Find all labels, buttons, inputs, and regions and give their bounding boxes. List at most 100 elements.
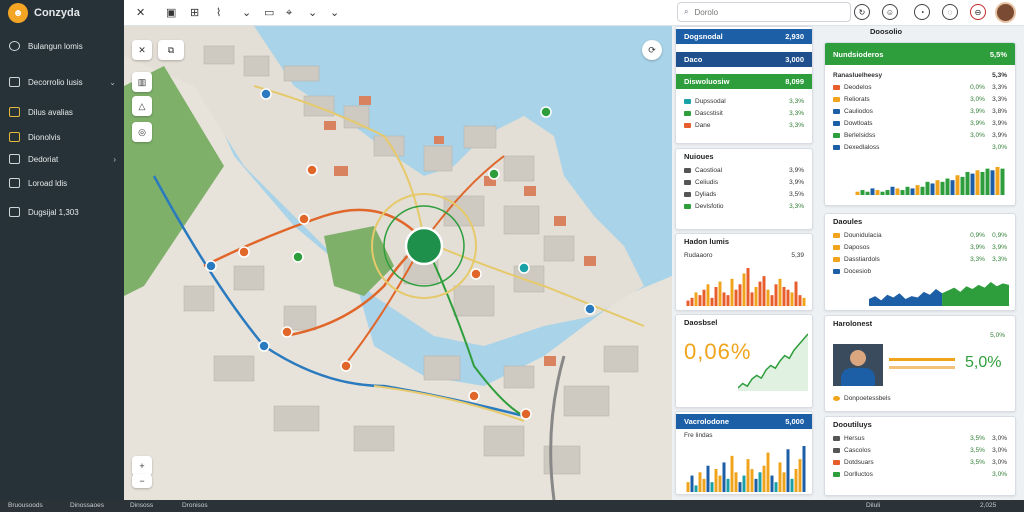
grid-icon[interactable]: ⊞ (190, 6, 199, 20)
globe-icon (9, 41, 20, 51)
sidebar-item-5[interactable]: Loroad ldis (0, 171, 124, 195)
chart-bar (965, 171, 970, 195)
footer-row[interactable]: Donpoetessbels (825, 392, 899, 404)
search-box[interactable]: ⌕ (677, 2, 851, 22)
notification-icon[interactable]: ◌ (942, 4, 958, 20)
pin-icon[interactable]: ⌖ (286, 6, 292, 20)
app-name: Conzyda (34, 7, 80, 19)
list-item[interactable]: Celiudis 3,9% (676, 176, 812, 188)
panel-title: Daosbsel (684, 318, 718, 327)
list-item[interactable]: Dasstiardols 3,3% 3,3% (825, 253, 1015, 265)
zoom-in-button[interactable]: + (132, 456, 152, 476)
camera-icon[interactable]: ◎ (132, 122, 152, 142)
panel-daoules: Daoules Dounidulacia 0,9% 0,9% Daposos 3,9… (824, 213, 1016, 311)
list-item[interactable]: Daposos 3,9% 3,9% (825, 241, 1015, 253)
sidebar-item-3[interactable]: Dionolvis (0, 125, 124, 149)
chart-bar (762, 276, 766, 306)
chevron-down-icon[interactable]: ⌄ (330, 6, 339, 20)
status-item[interactable]: 2,025 (980, 502, 996, 509)
panel-subheader: Daco 3,000 (676, 52, 812, 67)
list-item[interactable]: Dounidulacia 0,9% 0,9% (825, 229, 1015, 241)
close-icon[interactable]: ✕ (136, 6, 145, 20)
chart-bar (694, 292, 698, 306)
chart-bar (794, 281, 798, 306)
top-toolbar: ✕ ▣ ⊞ ⌇ ⌄ ▭ ⌖ ⌄ ⌄ ⌕ ↻ ☺ ◔ ◌ ⊖ (124, 0, 1024, 26)
list-item[interactable]: Cauliodos 3,9% 3,8% (825, 105, 1015, 117)
line-chart (738, 333, 808, 391)
chevron-down-icon[interactable]: ⌄ (242, 6, 251, 20)
chart-bar (945, 178, 950, 195)
chart-bar (754, 287, 758, 306)
chart-bar (786, 289, 790, 306)
chart-bar (895, 188, 900, 195)
zoom-out-button[interactable]: − (132, 474, 152, 488)
status-item[interactable]: Dinossaoes (70, 502, 104, 509)
flag-icon[interactable]: ⊖ (970, 4, 986, 20)
status-icon[interactable]: ◔ (914, 4, 930, 20)
recycle-icon[interactable]: △ (132, 96, 152, 116)
chart-bar (702, 289, 706, 306)
frame-icon[interactable]: ▭ (264, 6, 274, 20)
list-item[interactable]: Berlelsidss 3,0% 3,9% (825, 129, 1015, 141)
chevron-down-icon[interactable]: ⌄ (308, 6, 317, 20)
chart-bar (985, 168, 990, 195)
sidebar-item-4[interactable]: Dedoriat › (0, 147, 124, 171)
search-input[interactable] (694, 7, 835, 17)
chart-bar (778, 462, 782, 492)
sidebar-item-1[interactable]: Decorrolio lusis ⌄ (0, 70, 124, 94)
list-item[interactable]: Reliorats 3,0% 3,3% (825, 93, 1015, 105)
chart-bar (955, 175, 960, 195)
chart-bar (698, 295, 702, 306)
face-icon[interactable]: ☺ (882, 4, 898, 20)
list-item[interactable]: Dotdsuars 3,5% 3,0% (825, 456, 1015, 468)
status-item[interactable]: Dinsoss (130, 502, 153, 509)
list-item[interactable]: Dexedlaloss 3,0% (825, 141, 1015, 153)
list-item[interactable]: Hersus 3,5% 3,0% (825, 432, 1015, 444)
list-item[interactable]: Dascstisit 3,3% (676, 107, 812, 119)
panel-title: Nuioues (684, 152, 714, 161)
list-item[interactable]: Caostioal 3,9% (676, 164, 812, 176)
report-icon (9, 178, 20, 188)
list-item[interactable]: Docesiob (825, 265, 1015, 277)
panel-nuioues: Nuioues Caostioal 3,9% Celiudis 3,9% Dylia… (675, 148, 813, 230)
sidebar-item-2[interactable]: Dilus avalias (0, 100, 124, 124)
status-item[interactable]: Diluli (866, 502, 880, 509)
app-logo[interactable]: ☻ Conzyda (0, 0, 124, 26)
chart-bar (734, 289, 738, 306)
list-item[interactable]: Dowtloats 3,9% 3,9% (825, 117, 1015, 129)
status-bar: Bruousoods Dinossaoes Dinsoss Dronisos D… (0, 500, 1024, 512)
status-item[interactable]: Dronisos (182, 502, 208, 509)
chart-bar (870, 188, 875, 195)
chart-bar (746, 459, 750, 492)
chart-bar (718, 281, 722, 306)
sidebar-item-0[interactable]: Bulangun lomis (0, 34, 124, 58)
logo-icon: ☻ (8, 3, 28, 23)
building-icon[interactable]: ▥ (132, 72, 152, 92)
map-view[interactable]: ✕ ⧉ ▥ △ ◎ ⟳ + − (124, 26, 672, 500)
chart-bar (706, 284, 710, 306)
print-icon[interactable]: ▣ (166, 6, 176, 20)
list-item[interactable]: Dorlluctos 3,0% (825, 468, 1015, 480)
panel-nundsioderos: Nundsioderos 5,5% Ranasluelheesy 5,3% Deod… (824, 42, 1016, 206)
sidebar-item-6[interactable]: Dugsijal 1,303 (0, 200, 124, 224)
avatar[interactable] (995, 2, 1016, 23)
list-item[interactable]: Devlsfotio 3,3% (676, 200, 812, 212)
chart-icon[interactable]: ⌇ (216, 6, 221, 20)
panel-sub: Fre lindas (684, 431, 713, 439)
list-item[interactable]: Dane 3,3% (676, 119, 812, 131)
chart-bar (698, 472, 702, 492)
list-item[interactable]: Deodelos 0,0% 3,3% (825, 81, 1015, 93)
chart-bar (782, 472, 786, 492)
chart-bar (910, 188, 915, 195)
locate-icon[interactable]: ⟳ (642, 40, 662, 60)
chart-bar (690, 475, 694, 492)
layers-icon[interactable]: ⧉ (158, 40, 184, 60)
list-item[interactable]: Dupssodal 3,3% (676, 95, 812, 107)
chart-bar (730, 278, 734, 306)
collapse-map-icon[interactable]: ✕ (132, 40, 152, 60)
list-item[interactable]: Cascolos 3,5% 3,0% (825, 444, 1015, 456)
list-item[interactable]: Dyliads 3,5% (676, 188, 812, 200)
status-item[interactable]: Bruousoods (8, 502, 43, 509)
chart-bar (730, 455, 734, 492)
refresh-icon[interactable]: ↻ (854, 4, 870, 20)
